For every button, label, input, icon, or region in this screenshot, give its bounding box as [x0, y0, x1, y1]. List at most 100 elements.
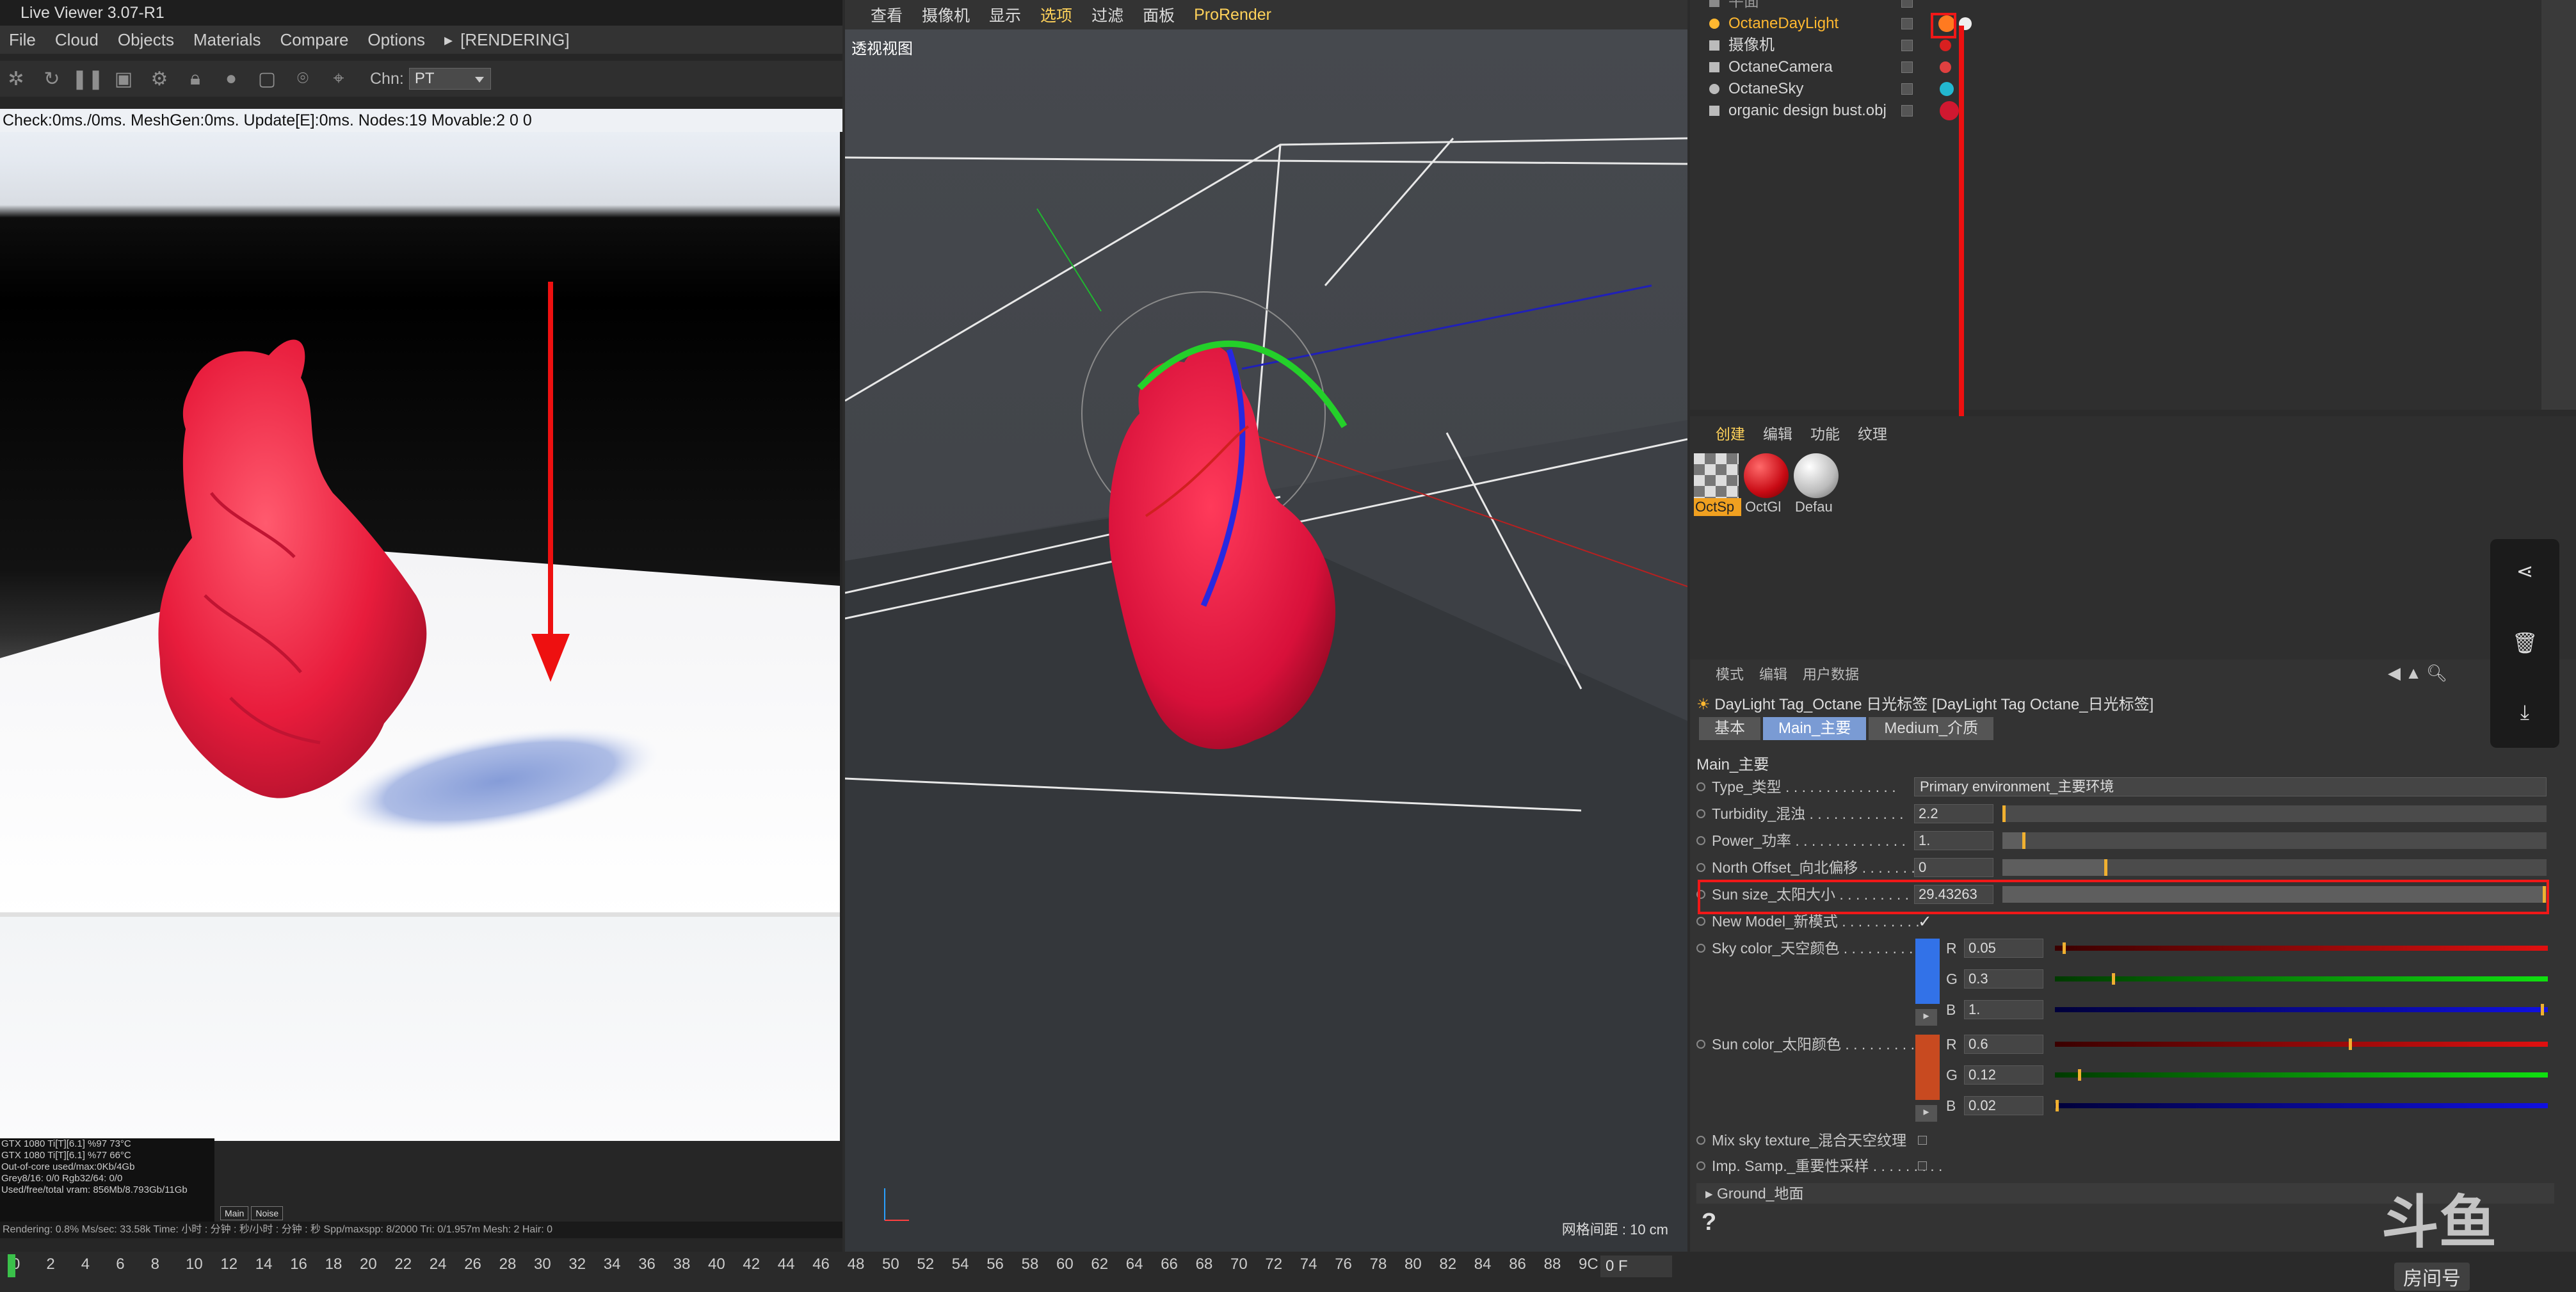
share-icon[interactable]: ⋖	[2512, 558, 2538, 584]
visibility-toggle[interactable]	[1901, 40, 1913, 51]
lock-icon[interactable]: 🔒︎	[184, 68, 206, 90]
viewport-menu-options[interactable]: 选项	[1040, 3, 1072, 26]
object-row[interactable]: 平面	[1690, 0, 2541, 13]
gpu-stat-line: Used/free/total vram: 856Mb/8.793Gb/11Gb	[1, 1184, 188, 1195]
viewport-canvas[interactable]: 透视视图 网格间距 : 10 cm	[845, 29, 1687, 1252]
sun-r-input[interactable]: 0.6	[1964, 1035, 2043, 1054]
sky-color-expand-icon[interactable]: ▸	[1915, 1009, 1937, 1026]
render-view[interactable]	[0, 109, 840, 917]
attr-menu-mode[interactable]: 模式	[1716, 663, 1744, 684]
sun-b-slider[interactable]	[2055, 1100, 2548, 1111]
sky-g-input[interactable]: 0.3	[1964, 969, 2043, 989]
timeline-playhead[interactable]	[8, 1254, 15, 1277]
timeline-tick-label: 28	[499, 1256, 517, 1273]
param-dot-icon[interactable]	[1696, 836, 1705, 845]
visibility-toggle[interactable]	[1901, 83, 1913, 95]
settings-gear-icon[interactable]: ✲	[5, 68, 27, 90]
menu-options[interactable]: Options	[367, 30, 425, 50]
sky-g-slider[interactable]	[2055, 973, 2548, 985]
sky-b-input[interactable]: 1.	[1964, 1000, 2043, 1019]
mat-menu-edit[interactable]: 编辑	[1763, 422, 1792, 444]
sun-g-input[interactable]: 0.12	[1964, 1065, 2043, 1085]
mat-menu-texture[interactable]: 纹理	[1858, 422, 1887, 444]
current-frame-field[interactable]: 0 F	[1600, 1256, 1672, 1277]
gear-icon[interactable]: ⚙	[149, 68, 170, 90]
object-row-daylight[interactable]: OctaneDayLight	[1690, 13, 2541, 35]
viewport-menu-panel[interactable]: 面板	[1143, 3, 1175, 26]
timeline-tick-label: 12	[220, 1256, 238, 1273]
visibility-toggle[interactable]	[1901, 105, 1913, 117]
channel-select[interactable]: PT	[408, 68, 491, 90]
sun-color-swatch[interactable]	[1915, 1035, 1940, 1100]
sky-color-swatch[interactable]	[1915, 939, 1940, 1004]
power-input[interactable]: 1.	[1914, 831, 1993, 850]
param-dot-icon[interactable]	[1696, 1136, 1705, 1145]
noise-button[interactable]: Noise	[251, 1206, 284, 1220]
restart-icon[interactable]: ↻	[41, 68, 63, 90]
nav-arrows-icon[interactable]: ◀ ▲ 🔍︎	[2388, 663, 2447, 683]
region-render-icon[interactable]: ▣	[113, 68, 134, 90]
menu-objects[interactable]: Objects	[118, 30, 174, 50]
trash-icon[interactable]: 🗑︎	[2512, 630, 2538, 656]
timeline-ruler[interactable]: 0 2 4 6 8 10 12 14 16 18 20 22 24 26 28 30 32 34 36 38 40 42 4…	[0, 1252, 1677, 1277]
north-offset-input[interactable]: 0	[1914, 858, 1993, 877]
sky-b-slider[interactable]	[2055, 1004, 2548, 1015]
section-title: Main_主要	[1696, 756, 1769, 773]
north-offset-slider[interactable]	[2002, 859, 2547, 876]
menu-cloud[interactable]: Cloud	[55, 30, 99, 50]
param-dot-icon[interactable]	[1696, 863, 1705, 872]
material-swatch[interactable]: Defau	[1794, 453, 1841, 517]
visibility-toggle[interactable]	[1901, 0, 1913, 8]
visibility-toggle[interactable]	[1901, 18, 1913, 29]
turbidity-input[interactable]: 2.2	[1914, 804, 1993, 823]
attr-menu-edit[interactable]: 编辑	[1759, 663, 1787, 684]
type-select[interactable]: Primary environment_主要环境	[1914, 777, 2547, 796]
location-pin-icon[interactable]: ⌖	[328, 68, 350, 90]
turbidity-slider[interactable]	[2002, 805, 2547, 822]
param-dot-icon[interactable]	[1696, 782, 1705, 791]
visibility-toggle[interactable]	[1901, 61, 1913, 73]
mat-menu-function[interactable]: 功能	[1810, 422, 1840, 444]
param-dot-icon[interactable]	[1696, 1040, 1705, 1049]
sun-r-slider[interactable]	[2055, 1038, 2548, 1050]
main-button[interactable]: Main	[220, 1206, 249, 1220]
object-row-bust[interactable]: organic design bust.obj	[1690, 100, 2541, 122]
param-dot-icon[interactable]	[1696, 917, 1705, 926]
pause-icon[interactable]: ❚❚	[72, 68, 104, 90]
menu-compare[interactable]: Compare	[280, 30, 348, 50]
attr-menu-userdata[interactable]: 用户数据	[1803, 663, 1859, 684]
mat-menu-create[interactable]: 创建	[1716, 422, 1745, 444]
menu-file[interactable]: File	[9, 30, 36, 50]
sky-r-input[interactable]: 0.05	[1964, 939, 2043, 958]
param-dot-icon[interactable]	[1696, 809, 1705, 818]
viewport-menu-display[interactable]: 显示	[989, 3, 1021, 26]
sphere-icon[interactable]: ●	[220, 68, 242, 90]
viewport-menu-prorender[interactable]: ProRender	[1194, 6, 1271, 24]
material-swatch[interactable]: OctSp	[1694, 453, 1741, 517]
help-icon[interactable]: ?	[1702, 1209, 1716, 1236]
viewport-menu-view[interactable]: 查看	[871, 3, 903, 26]
sky-r-slider[interactable]	[2055, 942, 2548, 954]
sun-b-input[interactable]: 0.02	[1964, 1096, 2043, 1115]
download-icon[interactable]: ⤓	[2512, 699, 2538, 725]
menu-materials[interactable]: Materials	[193, 30, 261, 50]
object-row-octanecamera[interactable]: OctaneCamera	[1690, 56, 2541, 78]
param-dot-icon[interactable]	[1696, 1161, 1705, 1170]
object-row-octanesky[interactable]: OctaneSky	[1690, 78, 2541, 100]
tab-medium[interactable]: Medium_介质	[1869, 717, 1994, 740]
mix-sky-texture-checkbox[interactable]	[1918, 1136, 1927, 1145]
material-swatch[interactable]: OctGl	[1744, 453, 1791, 517]
timeline[interactable]: 0 2 4 6 8 10 12 14 16 18 20 22 24 26 28 30 32 34 36 38 40 42 4…	[0, 1252, 2576, 1292]
viewport-menu-camera[interactable]: 摄像机	[922, 3, 970, 26]
frame-icon[interactable]: ▢	[256, 68, 278, 90]
tab-basic[interactable]: 基本	[1699, 717, 1760, 740]
power-slider[interactable]	[2002, 832, 2547, 849]
sun-g-slider[interactable]	[2055, 1069, 2548, 1081]
imp-samp-checkbox[interactable]	[1918, 1161, 1927, 1170]
param-dot-icon[interactable]	[1696, 944, 1705, 953]
viewport-menu-filter[interactable]: 过滤	[1091, 3, 1123, 26]
object-row-camera[interactable]: 摄像机	[1690, 35, 2541, 56]
sun-color-expand-icon[interactable]: ▸	[1915, 1105, 1937, 1122]
tab-main[interactable]: Main_主要	[1763, 717, 1867, 740]
pin-icon[interactable]: ⌾	[292, 68, 314, 90]
